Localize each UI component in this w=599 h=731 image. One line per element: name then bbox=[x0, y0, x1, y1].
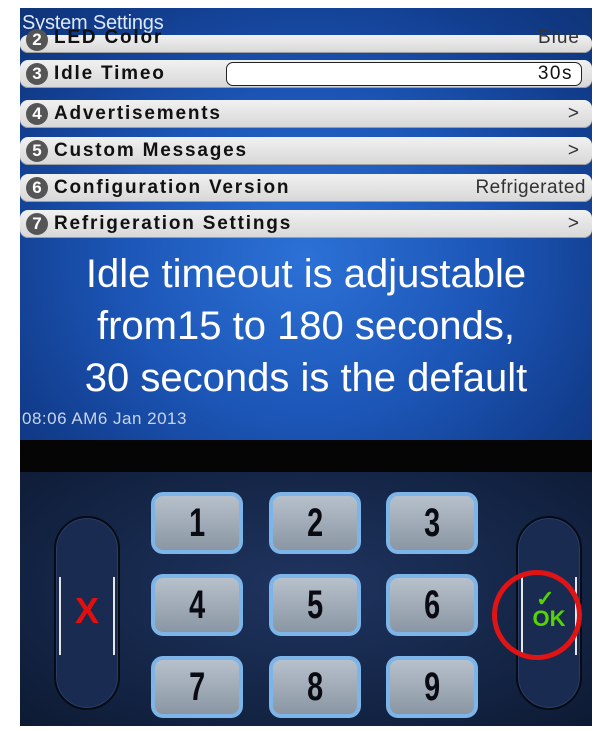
row-number-badge: 5 bbox=[26, 140, 48, 162]
row-label: Idle Timeo bbox=[54, 63, 166, 84]
key-label: 1 bbox=[188, 500, 206, 545]
key-5[interactable]: 5 bbox=[269, 574, 361, 636]
row-label: Configuration Version bbox=[54, 177, 291, 198]
key-4[interactable]: 4 bbox=[151, 574, 243, 636]
idle-timeout-input[interactable]: 30s bbox=[226, 62, 582, 86]
key-label: 2 bbox=[306, 500, 324, 545]
key-8[interactable]: 8 bbox=[269, 656, 361, 718]
key-9[interactable]: 9 bbox=[386, 656, 478, 718]
setting-row-led-color[interactable]: 2 LED Color Blue bbox=[20, 27, 592, 53]
cancel-button[interactable]: X bbox=[54, 516, 120, 710]
chevron-right-icon: > bbox=[567, 213, 580, 234]
row-number-badge: 2 bbox=[26, 29, 48, 51]
highlight-circle bbox=[492, 570, 582, 660]
row-value: Refrigerated bbox=[475, 177, 586, 198]
row-label: Custom Messages bbox=[54, 140, 248, 161]
key-2[interactable]: 2 bbox=[269, 492, 361, 554]
bezel-divider bbox=[20, 440, 592, 472]
info-message: Idle timeout is adjustable from15 to 180… bbox=[20, 248, 592, 404]
key-label: 6 bbox=[423, 582, 441, 627]
row-label: Refrigeration Settings bbox=[54, 213, 293, 234]
row-number-badge: 7 bbox=[26, 213, 48, 235]
key-label: 4 bbox=[188, 582, 206, 627]
setting-row-advertisements[interactable]: 4 Advertisements > bbox=[20, 100, 592, 128]
key-6[interactable]: 6 bbox=[386, 574, 478, 636]
chevron-right-icon: > bbox=[567, 140, 580, 161]
clock-readout: 08:06 AM6 Jan 2013 bbox=[22, 409, 187, 428]
key-1[interactable]: 1 bbox=[151, 492, 243, 554]
key-label: 7 bbox=[188, 664, 206, 709]
key-label: 9 bbox=[423, 664, 441, 709]
setting-row-idle-timeout[interactable]: 3 Idle Timeo 30s bbox=[20, 60, 592, 88]
key-7[interactable]: 7 bbox=[151, 656, 243, 718]
key-label: 3 bbox=[423, 500, 441, 545]
row-number-badge: 4 bbox=[26, 103, 48, 125]
cancel-x-icon: X bbox=[74, 590, 99, 631]
message-line: 30 seconds is the default bbox=[84, 356, 528, 400]
idle-timeout-value: 30s bbox=[537, 63, 573, 84]
row-number-badge: 3 bbox=[26, 63, 48, 85]
display-screen: System Settings 2 LED Color Blue 3 Idle … bbox=[20, 8, 592, 440]
message-line: Idle timeout is adjustable bbox=[85, 252, 527, 296]
key-3[interactable]: 3 bbox=[386, 492, 478, 554]
setting-row-configuration-version[interactable]: 6 Configuration Version Refrigerated bbox=[20, 174, 592, 202]
message-line: from15 to 180 seconds, bbox=[96, 304, 516, 348]
setting-row-custom-messages[interactable]: 5 Custom Messages > bbox=[20, 137, 592, 165]
key-label: 8 bbox=[306, 664, 324, 709]
row-number-badge: 6 bbox=[26, 177, 48, 199]
row-label: LED Color bbox=[54, 27, 164, 48]
row-value: Blue bbox=[537, 27, 580, 48]
chevron-right-icon: > bbox=[567, 103, 580, 124]
setting-row-refrigeration-settings[interactable]: 7 Refrigeration Settings > bbox=[20, 210, 592, 238]
keypad-panel: X 1 2 3 4 5 6 7 8 9 ✓ OK bbox=[20, 472, 592, 726]
row-label: Advertisements bbox=[54, 103, 222, 124]
key-label: 5 bbox=[306, 582, 324, 627]
